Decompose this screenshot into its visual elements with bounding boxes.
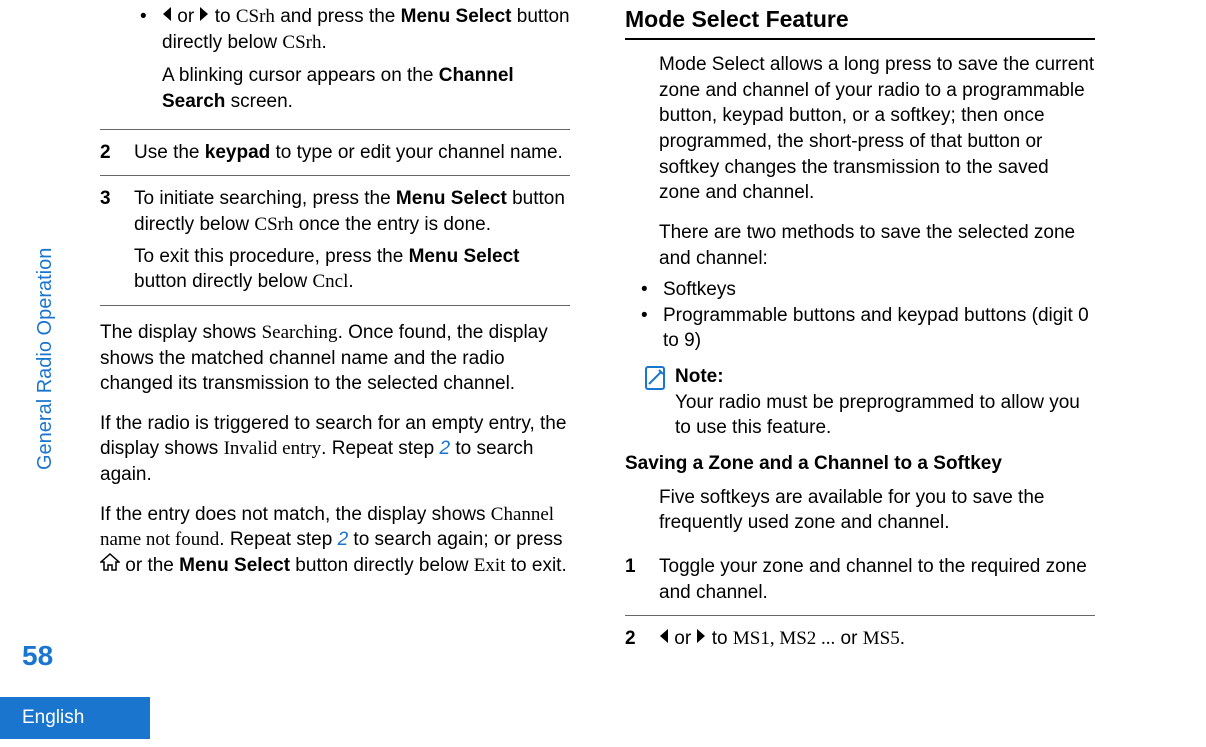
text: or: [172, 6, 199, 27]
invalid-entry-label: Invalid entry: [224, 438, 322, 459]
searching-label: Searching: [262, 322, 338, 343]
result-notfound: If the entry does not match, the display…: [100, 502, 570, 579]
text: .: [321, 32, 326, 53]
note-block: Note: Your radio must be preprogrammed t…: [641, 364, 1095, 441]
text: to: [209, 6, 235, 27]
right-column: Mode Select Feature Mode Select allows a…: [625, 4, 1095, 662]
text: button directly below: [134, 271, 313, 292]
menu-select-label: Menu Select: [179, 555, 290, 576]
section-label: General Radio Operation: [32, 248, 59, 470]
text: to: [706, 628, 732, 649]
text: Use the: [134, 142, 205, 163]
arrow-left-icon: [659, 626, 669, 652]
text: .: [348, 271, 353, 292]
text: A blinking cursor appears on the: [162, 65, 439, 86]
menu-select-label: Menu Select: [396, 188, 507, 209]
step-3: 3 To initiate searching, press the Menu …: [100, 175, 570, 306]
text: . Repeat step: [321, 438, 439, 459]
cncl-label: Cncl: [313, 271, 349, 292]
arrow-right-icon: [696, 626, 706, 652]
arrow-right-icon: [199, 4, 209, 30]
step-link[interactable]: 2: [338, 529, 349, 550]
sk-step-2-text: or to MS1, MS2 ... or MS5.: [659, 626, 905, 652]
note-content: Note: Your radio must be preprogrammed t…: [675, 364, 1095, 441]
language-indicator: English: [0, 697, 150, 739]
bullet-dot: •: [641, 303, 663, 354]
ms-label: MS1, MS2 ...: [733, 628, 835, 649]
text: To initiate searching, press the: [134, 188, 396, 209]
text: screen.: [225, 91, 293, 112]
list-item-text: Programmable buttons and keypad buttons …: [663, 303, 1095, 354]
page-number: 58: [22, 637, 53, 675]
step-number: 3: [100, 186, 134, 295]
step1-bullet-text: or to CSrh and press the Menu Select but…: [162, 4, 570, 55]
text: button directly below: [290, 555, 474, 576]
sk-step-1: 1 Toggle your zone and channel to the re…: [625, 550, 1095, 616]
step-link[interactable]: 2: [439, 438, 450, 459]
menu-select-label: Menu Select: [401, 6, 512, 27]
left-column: • or to CSrh and press the Menu Select b…: [100, 4, 570, 662]
sk-step-2: 2 or to MS1, MS2 ... or MS5.: [625, 616, 1095, 662]
step-3-text: To initiate searching, press the Menu Se…: [134, 186, 570, 295]
step-number: 1: [625, 554, 659, 605]
step-2: 2 Use the keypad to type or edit your ch…: [100, 129, 570, 176]
note-text: Your radio must be preprogrammed to allo…: [675, 392, 1080, 439]
list-item-text: Softkeys: [663, 277, 736, 303]
bullet-dot: •: [140, 4, 162, 55]
text: once the entry is done.: [293, 214, 491, 235]
bullet-dot: •: [641, 277, 663, 303]
menu-select-label: Menu Select: [409, 246, 520, 267]
csrh-label: CSrh: [254, 214, 293, 235]
step1-bullet: • or to CSrh and press the Menu Select b…: [100, 4, 570, 55]
text: or: [669, 628, 696, 649]
text: to search again; or press: [348, 529, 562, 550]
list-item: • Programmable buttons and keypad button…: [641, 303, 1095, 354]
result-searching: The display shows Searching. Once found,…: [100, 320, 570, 397]
note-label: Note:: [675, 366, 724, 387]
language-label: English: [22, 705, 84, 731]
result-invalid: If the radio is triggered to search for …: [100, 411, 570, 488]
methods-intro: There are two methods to save the select…: [659, 220, 1095, 271]
text: If the entry does not match, the display…: [100, 504, 491, 525]
arrow-left-icon: [162, 4, 172, 30]
mode-select-heading: Mode Select Feature: [625, 4, 1095, 40]
csrh-label: CSrh: [236, 6, 275, 27]
softkey-intro: Five softkeys are available for you to s…: [659, 485, 1095, 536]
mode-select-intro: Mode Select allows a long press to save …: [659, 52, 1095, 206]
saving-softkey-heading: Saving a Zone and a Channel to a Softkey: [625, 451, 1095, 477]
note-icon: [641, 364, 675, 400]
step1-result: A blinking cursor appears on the Channel…: [162, 63, 570, 114]
text: or the: [120, 555, 179, 576]
csrh-label: CSrh: [282, 32, 321, 53]
text: .: [900, 628, 905, 649]
step-2-text: Use the keypad to type or edit your chan…: [134, 140, 563, 166]
text: or: [835, 628, 862, 649]
step-number: 2: [625, 626, 659, 652]
home-icon: [100, 553, 120, 579]
text: The display shows: [100, 322, 262, 343]
text: to exit.: [505, 555, 566, 576]
list-item: • Softkeys: [641, 277, 1095, 303]
text: to type or edit your channel name.: [270, 142, 563, 163]
sk-step-1-text: Toggle your zone and channel to the requ…: [659, 554, 1095, 605]
text: To exit this procedure, press the: [134, 246, 409, 267]
text: and press the: [275, 6, 401, 27]
keypad-label: keypad: [205, 142, 270, 163]
text: . Repeat step: [219, 529, 337, 550]
step-number: 2: [100, 140, 134, 166]
exit-label: Exit: [474, 555, 506, 576]
ms5-label: MS5: [863, 628, 900, 649]
